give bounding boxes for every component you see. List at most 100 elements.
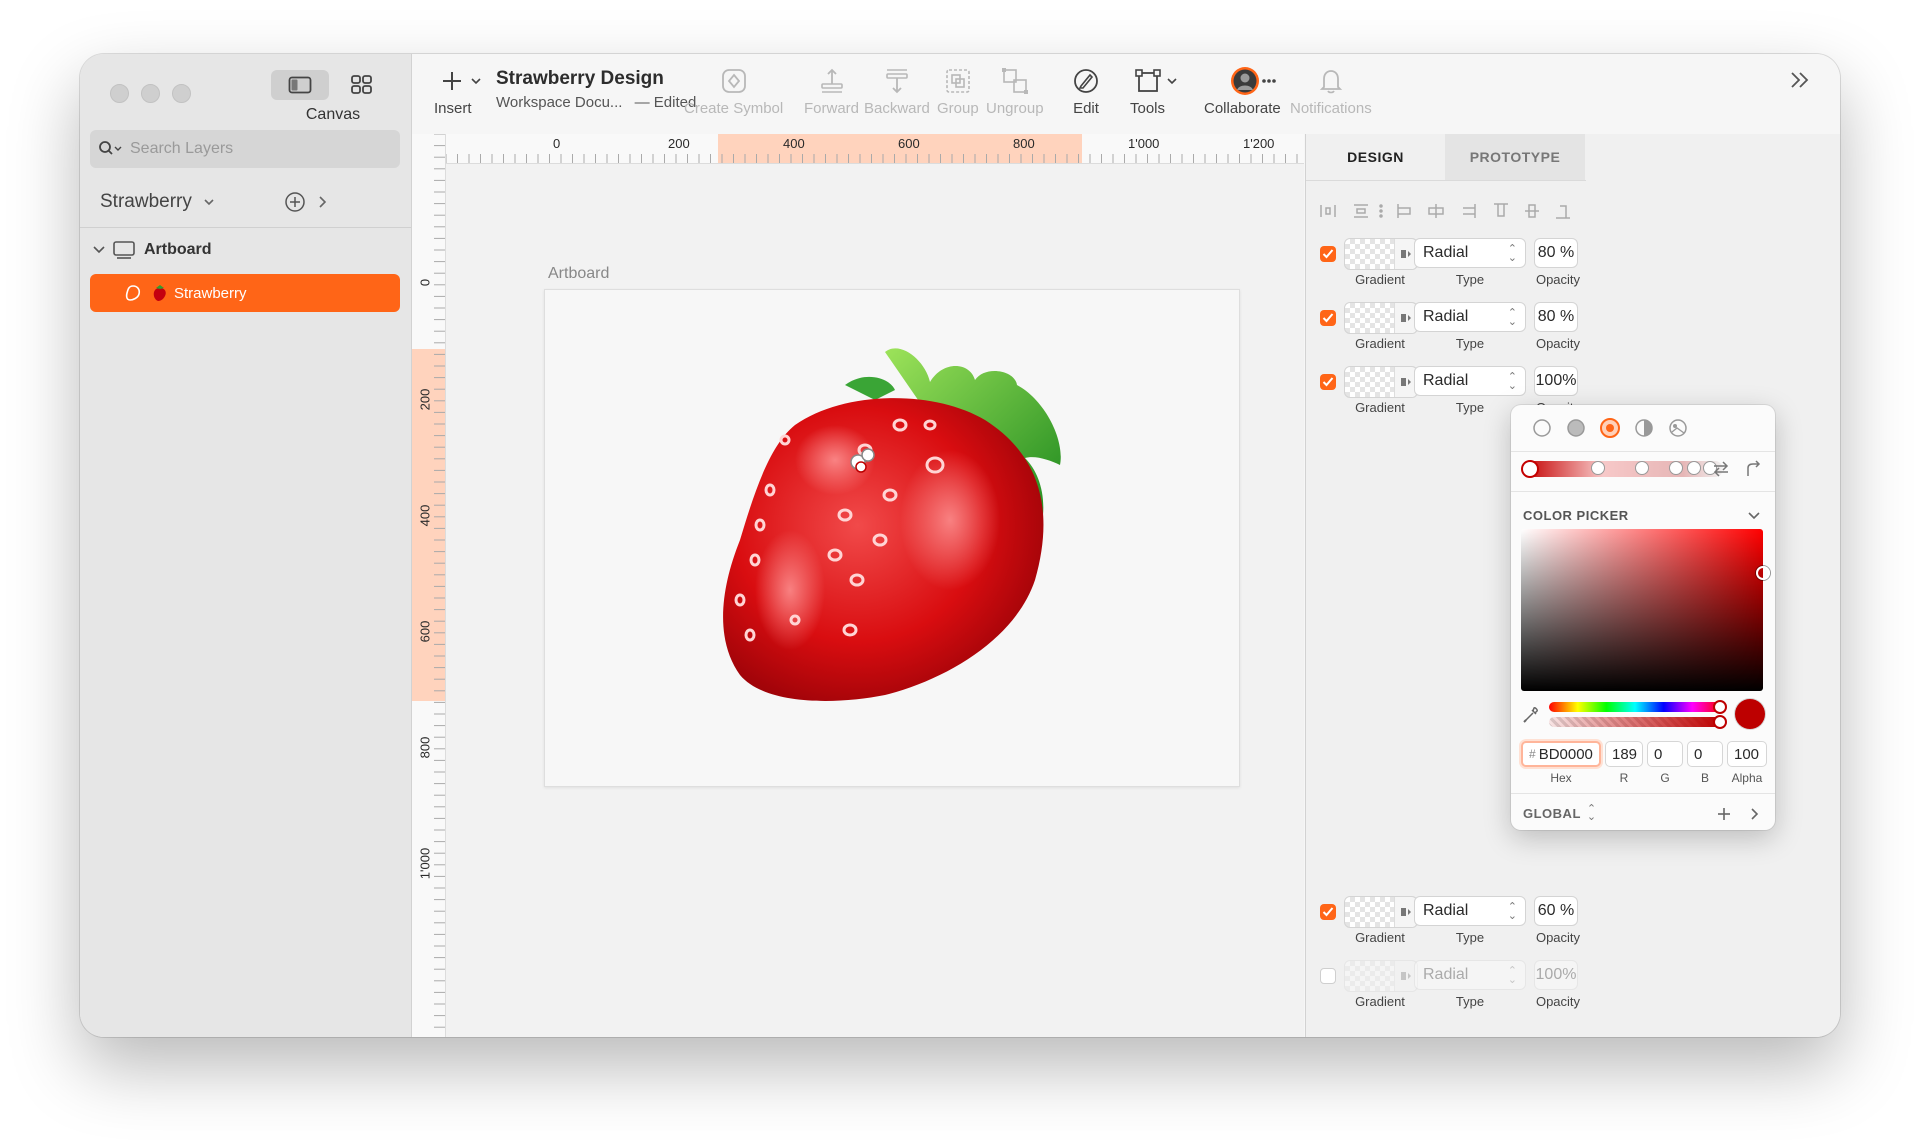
- hue-slider-handle[interactable]: [1713, 700, 1727, 714]
- gradient-stops-bar[interactable]: [1521, 460, 1723, 478]
- global-label: GLOBAL: [1523, 805, 1581, 821]
- rotate-gradient-icon[interactable]: [1744, 460, 1762, 478]
- gradient-stop-handle[interactable]: [1669, 461, 1683, 475]
- collaborate-button[interactable]: Collaborate: [1204, 66, 1295, 117]
- ruler-label: 0: [417, 278, 433, 287]
- checkmark-icon: [1322, 313, 1334, 323]
- gradient-swatch[interactable]: [1344, 238, 1418, 270]
- stepper-icon: ⌃ ⌄: [1507, 965, 1517, 986]
- ungroup-icon: [1001, 66, 1029, 96]
- opacity-label: Opacity: [1535, 272, 1581, 287]
- page-selector[interactable]: Strawberry: [80, 178, 411, 226]
- close-window-button[interactable]: [110, 84, 129, 103]
- layer-strawberry[interactable]: Strawberry: [90, 274, 400, 312]
- components-view-button[interactable]: [333, 70, 391, 100]
- insert-button[interactable]: Insert: [434, 66, 490, 117]
- gradient-stop-handle[interactable]: [1591, 461, 1605, 475]
- gradient-swatch[interactable]: [1344, 302, 1418, 334]
- tab-design[interactable]: DESIGN: [1306, 134, 1445, 180]
- strawberry-illustration[interactable]: [545, 290, 1239, 786]
- color-picker-cursor[interactable]: [1756, 566, 1770, 580]
- gradient-stop-handle[interactable]: [1635, 461, 1649, 475]
- gradient-stop-handle[interactable]: [1521, 460, 1539, 478]
- zoom-window-button[interactable]: [172, 84, 191, 103]
- gradient-swatch[interactable]: [1344, 960, 1418, 992]
- popover-divider: [1511, 793, 1775, 794]
- saturation-brightness-area[interactable]: [1521, 529, 1770, 691]
- disclosure-chevron-icon[interactable]: [92, 244, 106, 256]
- add-color-icon[interactable]: [1716, 806, 1732, 822]
- green-input[interactable]: 0: [1647, 741, 1683, 767]
- fill-opacity-field[interactable]: 80 %: [1534, 302, 1578, 332]
- fill-type-select[interactable]: Radial ⌃ ⌄: [1414, 366, 1526, 396]
- artboard-title[interactable]: Artboard: [548, 265, 609, 283]
- backward-button[interactable]: Backward: [864, 66, 930, 117]
- alpha-slider-handle[interactable]: [1713, 715, 1727, 729]
- forward-button[interactable]: Forward: [804, 66, 859, 117]
- fill-type-switcher: [1531, 417, 1701, 439]
- fill-type-select[interactable]: Radial ⌃ ⌄: [1414, 896, 1526, 926]
- layer-artboard[interactable]: Artboard: [80, 228, 411, 272]
- group-button[interactable]: Group: [937, 66, 979, 117]
- expand-panel-icon[interactable]: [1788, 70, 1812, 90]
- gradient-handle[interactable]: [861, 448, 875, 462]
- chevron-right-icon[interactable]: [1749, 807, 1761, 821]
- hue-slider[interactable]: [1549, 700, 1727, 714]
- vertical-ruler[interactable]: 0 200 400 600 800 1'000: [412, 134, 446, 1037]
- ungroup-button[interactable]: Ungroup: [986, 66, 1044, 117]
- tools-button[interactable]: Tools: [1130, 66, 1183, 117]
- create-symbol-button[interactable]: Create Symbol: [684, 66, 783, 117]
- gradient-swatch[interactable]: [1344, 366, 1418, 398]
- blue-input[interactable]: 0: [1687, 741, 1723, 767]
- popover-divider: [1511, 491, 1775, 492]
- fill-type-select[interactable]: Radial ⌃ ⌄: [1414, 302, 1526, 332]
- tab-prototype[interactable]: PROTOTYPE: [1445, 134, 1585, 180]
- fill-opacity-field[interactable]: 60 %: [1534, 896, 1578, 926]
- gradient-stop-handle[interactable]: [1687, 461, 1701, 475]
- gradient-handle[interactable]: [855, 461, 867, 473]
- insert-icon: [440, 66, 484, 96]
- document-title[interactable]: Strawberry Design: [496, 68, 664, 90]
- insert-label: Insert: [434, 100, 472, 117]
- stepper-icon: ⌃ ⌄: [1507, 243, 1517, 264]
- chevron-right-icon[interactable]: [316, 195, 328, 209]
- fill-enable-checkbox[interactable]: [1320, 968, 1336, 984]
- swap-arrows-icon[interactable]: [1711, 460, 1731, 478]
- fill-type-select[interactable]: Radial ⌃ ⌄: [1414, 960, 1526, 990]
- artboard[interactable]: [544, 289, 1240, 787]
- alpha-input[interactable]: 100: [1727, 741, 1767, 767]
- fill-opacity-field[interactable]: 100%: [1534, 960, 1578, 990]
- fill-enable-checkbox[interactable]: [1320, 246, 1336, 262]
- alignment-icons[interactable]: [1318, 200, 1578, 222]
- ruler-label: 800: [417, 736, 433, 759]
- fill-type-select[interactable]: Radial ⌃ ⌄: [1414, 238, 1526, 268]
- fill-enable-checkbox[interactable]: [1320, 310, 1336, 326]
- global-colors-selector[interactable]: GLOBAL ⌃ ⌄: [1523, 804, 1596, 823]
- horizontal-ruler[interactable]: 0 200 400 600 800 1'000 1'200: [446, 134, 1304, 164]
- edit-button[interactable]: Edit: [1072, 66, 1100, 117]
- hex-input[interactable]: # BD0000: [1521, 741, 1601, 767]
- current-color-preview[interactable]: [1735, 699, 1765, 729]
- no-fill-icon[interactable]: [1533, 419, 1551, 437]
- fill-enable-checkbox[interactable]: [1320, 374, 1336, 390]
- eyedropper-icon[interactable]: [1521, 705, 1541, 725]
- search-layers-field[interactable]: Search Layers: [90, 130, 400, 168]
- minimize-window-button[interactable]: [141, 84, 160, 103]
- chevron-down-icon[interactable]: [1747, 511, 1761, 521]
- stepper-icon: ⌃ ⌄: [1507, 371, 1517, 392]
- fill-row-5: Radial ⌃ ⌄ 100% Gradient Type Opacity: [1306, 954, 1840, 1016]
- canvas[interactable]: Artboard: [446, 164, 1304, 1037]
- fill-opacity-field[interactable]: 80 %: [1534, 238, 1578, 268]
- canvas-view-button[interactable]: [271, 70, 329, 100]
- alpha-slider[interactable]: [1549, 715, 1727, 729]
- symbol-icon: [720, 66, 748, 96]
- create-symbol-label: Create Symbol: [684, 100, 784, 117]
- red-input[interactable]: 189: [1605, 741, 1643, 767]
- type-label: Type: [1455, 994, 1485, 1009]
- fill-opacity-field[interactable]: 100%: [1534, 366, 1578, 396]
- add-page-icon[interactable]: [284, 191, 306, 213]
- solid-fill-icon[interactable]: [1567, 419, 1585, 437]
- notifications-button[interactable]: Notifications: [1290, 66, 1372, 117]
- gradient-swatch[interactable]: [1344, 896, 1418, 928]
- fill-enable-checkbox[interactable]: [1320, 904, 1336, 920]
